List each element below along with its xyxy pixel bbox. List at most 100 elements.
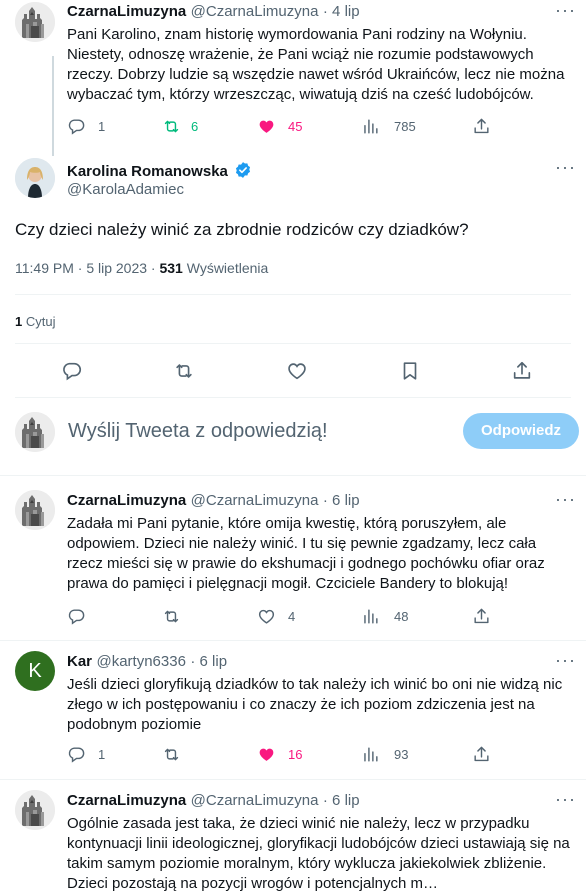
quotes-label: Cytuj [22, 314, 56, 329]
author-name[interactable]: Kar [67, 653, 92, 670]
author-row: Karolina Romanowska [67, 161, 252, 181]
avatar[interactable] [15, 2, 55, 42]
author-handle[interactable]: @CzarnaLimuzyna [191, 792, 319, 809]
author-handle[interactable]: @CzarnaLimuzyna [191, 492, 319, 509]
thread-line [52, 56, 54, 156]
views-icon [361, 607, 380, 626]
tweet-header: Kar @kartyn6336 · 6 lip [67, 653, 227, 671]
avatar[interactable] [15, 412, 55, 452]
author-name[interactable]: CzarnaLimuzyna [67, 792, 186, 809]
divider [15, 397, 571, 398]
more-icon[interactable]: ··· [555, 489, 576, 510]
like-button[interactable]: 16 [257, 745, 302, 764]
tweet-date[interactable]: · 6 lip [190, 653, 227, 670]
reply-icon [61, 360, 83, 382]
like-count: 4 [288, 609, 296, 624]
reply-submit-button[interactable]: Odpowiedz [463, 413, 579, 449]
more-icon[interactable]: ··· [555, 0, 576, 21]
share-button[interactable] [472, 745, 491, 764]
tweet-timestamp[interactable]: 11:49 PM · 5 lip 2023 · [15, 260, 159, 276]
reply-icon [67, 607, 86, 626]
divider [0, 640, 586, 641]
like-button[interactable]: 4 [257, 607, 295, 626]
reply-button[interactable]: 1 [67, 745, 105, 764]
reply-count: 1 [98, 747, 106, 762]
retweet-button[interactable] [162, 607, 181, 626]
views-icon [361, 117, 380, 136]
views-button[interactable]: 785 [361, 117, 416, 136]
tweet-header: CzarnaLimuzyna @CzarnaLimuzyna · 6 lip [67, 792, 360, 810]
share-icon [511, 360, 533, 382]
author-handle[interactable]: @CzarnaLimuzyna [191, 3, 319, 20]
views-count: 531 [159, 260, 183, 276]
reply-button[interactable] [61, 360, 83, 382]
author-handle[interactable]: @KarolaAdamiec [67, 181, 184, 198]
heart-icon [286, 360, 308, 382]
views-count: 785 [394, 119, 416, 134]
views-count: 48 [394, 609, 409, 624]
retweet-button[interactable] [162, 745, 181, 764]
reply-icon [67, 117, 86, 136]
share-icon [472, 607, 491, 626]
tweet-date[interactable]: · 6 lip [323, 492, 360, 509]
retweet-icon [162, 117, 181, 136]
avatar[interactable] [15, 490, 55, 530]
more-icon[interactable]: ··· [555, 789, 576, 810]
views-count: 93 [394, 747, 409, 762]
retweet-button[interactable] [173, 360, 195, 382]
castle-avatar-icon [15, 490, 55, 530]
views-button[interactable]: 93 [361, 745, 408, 764]
like-count: 45 [288, 119, 303, 134]
share-button[interactable] [472, 607, 491, 626]
bookmark-button[interactable] [399, 360, 421, 382]
tweet-text: Zadała mi Pani pytanie, które omija kwes… [67, 515, 545, 592]
author-handle[interactable]: @kartyn6336 [96, 653, 185, 670]
divider [0, 779, 586, 780]
like-button[interactable]: 45 [257, 117, 302, 136]
person-avatar-icon [15, 158, 55, 198]
share-icon [472, 745, 491, 764]
tweet-meta: 11:49 PM · 5 lip 2023 · 531 Wyświetlenia [15, 260, 268, 276]
heart-icon [257, 745, 276, 764]
views-button[interactable]: 48 [361, 607, 408, 626]
heart-icon [257, 607, 276, 626]
author-name[interactable]: CzarnaLimuzyna [67, 3, 186, 20]
more-icon[interactable]: ··· [555, 650, 576, 671]
tweet-date[interactable]: · 6 lip [323, 792, 360, 809]
retweet-icon [162, 745, 181, 764]
reply-icon [67, 745, 86, 764]
retweet-icon [162, 607, 181, 626]
retweet-button[interactable]: 6 [162, 117, 198, 136]
avatar[interactable]: K [15, 651, 55, 691]
verified-badge-icon [236, 162, 251, 178]
tweet-text: Pani Karolino, znam historię wymordowani… [67, 26, 565, 103]
tweet-date[interactable]: · 4 lip [323, 3, 360, 20]
divider [15, 294, 571, 295]
castle-avatar-icon [15, 2, 55, 42]
tweet-text: Jeśli dzieci gloryfikują dziadków to tak… [67, 676, 563, 733]
castle-avatar-icon [15, 412, 55, 452]
author-name[interactable]: Karolina Romanowska [67, 163, 228, 180]
avatar[interactable] [15, 158, 55, 198]
more-icon[interactable]: ··· [555, 157, 576, 178]
divider [15, 343, 571, 344]
reply-button[interactable]: 1 [67, 117, 105, 136]
share-button[interactable] [511, 360, 533, 382]
reply-button[interactable] [67, 607, 86, 626]
tweet-text: Czy dzieci należy winić za zbrodnie rodz… [15, 220, 469, 239]
castle-avatar-icon [15, 790, 55, 830]
tweet-header: CzarnaLimuzyna @CzarnaLimuzyna · 6 lip [67, 492, 360, 510]
retweet-count: 6 [191, 119, 199, 134]
tweet-text: Ogólnie zasada jest taka, że dzieci wini… [67, 815, 570, 891]
reply-count: 1 [98, 119, 106, 134]
quotes-link[interactable]: 1 Cytuj [15, 314, 55, 329]
like-button[interactable] [286, 360, 308, 382]
author-name[interactable]: CzarnaLimuzyna [67, 492, 186, 509]
reply-input[interactable]: Wyślij Tweeta z odpowiedzią! [68, 420, 328, 443]
retweet-icon [173, 360, 195, 382]
divider [0, 475, 586, 476]
share-icon [472, 117, 491, 136]
share-button[interactable] [472, 117, 491, 136]
views-label: Wyświetlenia [182, 260, 269, 276]
avatar[interactable] [15, 790, 55, 830]
